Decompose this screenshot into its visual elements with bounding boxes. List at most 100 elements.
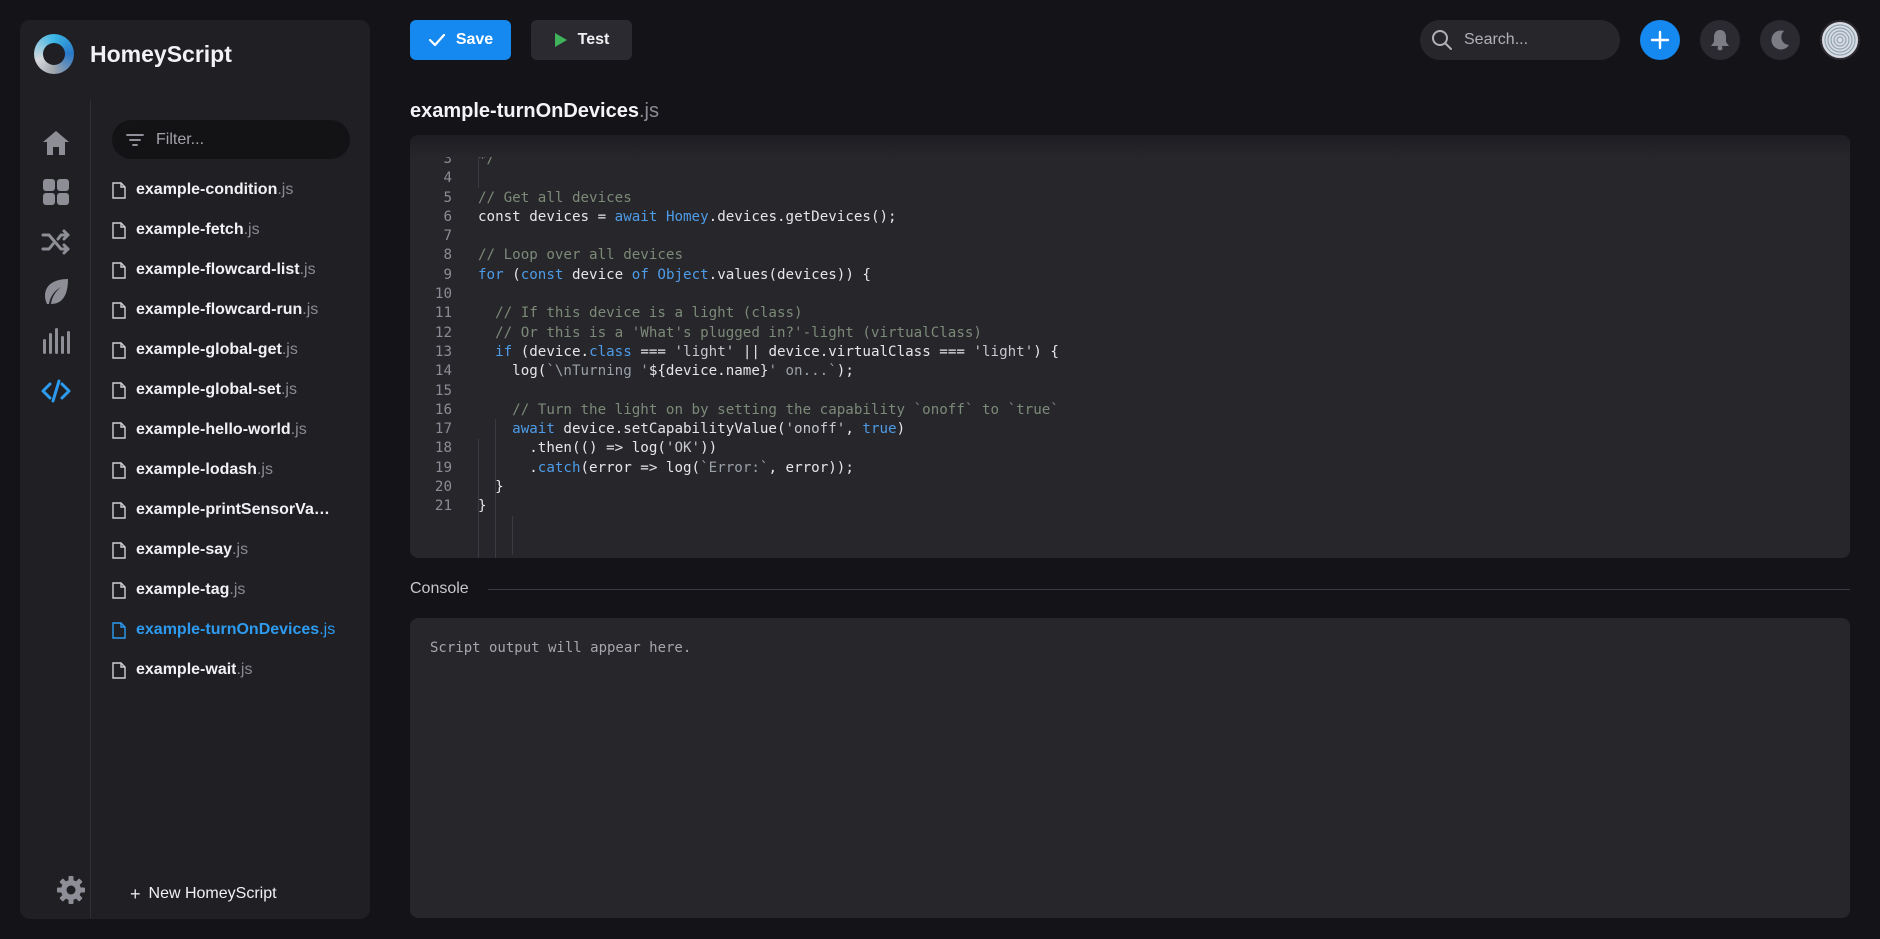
script-name: example-flowcard-list <box>136 261 300 278</box>
script-name: example-global-set <box>136 381 281 398</box>
flows-icon <box>41 229 70 255</box>
theme-toggle-button[interactable] <box>1760 20 1800 60</box>
code-token: const <box>520 266 564 283</box>
code-line: 11 // If this device is a light (class) <box>410 304 1059 323</box>
test-button[interactable]: Test <box>531 20 632 60</box>
line-number: 19 <box>434 459 452 476</box>
nav-energy[interactable] <box>38 274 74 310</box>
script-item[interactable]: example-flowcard-list .js <box>110 250 360 290</box>
code-line: 9 for (const device of Object.values(devi… <box>410 266 1059 285</box>
code-token: || device.virtualClass === <box>734 343 974 360</box>
code-token: ' on...` <box>768 363 837 380</box>
code-line: 19 .catch(error => log(`Error:`, error))… <box>410 459 1059 478</box>
script-item[interactable]: example-hello-world .js <box>110 410 360 450</box>
code-token: // Get all devices <box>478 189 632 206</box>
nav-dashboards[interactable] <box>38 174 74 210</box>
script-item[interactable]: example-condition .js <box>110 170 360 210</box>
console-title: Console <box>410 580 469 597</box>
code-token: `Error:` <box>700 459 769 476</box>
user-avatar[interactable] <box>1820 20 1860 60</box>
script-name: example-fetch <box>136 221 244 238</box>
new-homeyscript-button[interactable]: + New HomeyScript <box>130 885 277 903</box>
brand: HomeyScript <box>34 34 232 74</box>
line-number: 9 <box>443 266 452 283</box>
code-token: // Turn the light on by setting the capa… <box>512 401 1059 418</box>
line-number: 7 <box>443 228 452 245</box>
nav-home[interactable] <box>38 125 74 161</box>
editor-scroll-shadow <box>410 135 1850 157</box>
filter-field[interactable] <box>112 120 350 159</box>
code-line: 10 <box>410 285 1059 304</box>
nav-flows[interactable] <box>38 224 74 260</box>
console-divider <box>488 589 1850 590</box>
script-item[interactable]: example-printSensorValu... <box>110 490 360 530</box>
file-icon <box>112 301 126 319</box>
line-text: log(`\nTurning '${device.name}' on...`); <box>478 362 854 381</box>
document-title: example-turnOnDevices.js <box>410 100 659 123</box>
code-lines[interactable]: 3 */4 5// Get all devices 6 const devices = … <box>410 150 1059 517</box>
line-text: // Get all devices <box>478 189 632 208</box>
plus-icon: + <box>130 884 141 904</box>
code-token: ) { <box>1033 343 1059 360</box>
script-item[interactable]: example-tag .js <box>110 570 360 610</box>
code-token: log( <box>478 363 547 380</box>
code-line: 18 .then(() => log('OK')) <box>410 439 1059 458</box>
code-token: (device. <box>512 343 590 360</box>
filter-icon <box>126 133 144 146</box>
sidebar: HomeyScript Filter... example-condition … <box>20 20 370 919</box>
code-token: 'onoff' <box>785 421 846 438</box>
file-icon <box>112 261 126 279</box>
save-button[interactable]: Save <box>410 20 511 60</box>
script-extension: .js <box>232 541 249 558</box>
search-field[interactable] <box>1420 20 1620 60</box>
code-token: ) <box>896 421 906 438</box>
line-number: 16 <box>434 401 452 418</box>
code-token: await <box>512 421 555 438</box>
play-icon <box>554 33 567 47</box>
script-item[interactable]: example-fetch .js <box>110 210 360 250</box>
code-editor[interactable]: 3 */4 5// Get all devices 6 const devices = … <box>410 135 1850 558</box>
script-item[interactable]: example-turnOnDevices .js <box>110 610 360 650</box>
script-item[interactable]: example-lodash .js <box>110 450 360 490</box>
settings-button[interactable] <box>56 875 90 909</box>
script-extension: .js <box>277 181 294 198</box>
gear-icon <box>57 876 85 904</box>
file-icon <box>112 661 126 679</box>
code-token: ); <box>836 363 854 380</box>
add-button[interactable] <box>1640 20 1680 60</box>
script-extension: .js <box>319 621 336 638</box>
notifications-button[interactable] <box>1700 20 1740 60</box>
console-panel[interactable]: Script output will appear here. <box>410 618 1850 918</box>
dashboards-icon <box>43 179 69 205</box>
script-item[interactable]: example-say .js <box>110 530 360 570</box>
rail-divider <box>90 100 91 918</box>
nav-homeyscript[interactable] <box>38 373 74 409</box>
script-item[interactable]: example-global-get .js <box>110 330 360 370</box>
code-line: 4 <box>410 169 1059 188</box>
filter-input[interactable] <box>156 130 326 149</box>
script-item[interactable]: example-wait .js <box>110 650 360 690</box>
avatar-pattern-icon <box>1824 24 1856 56</box>
nav-insights[interactable] <box>38 323 74 359</box>
search-input[interactable] <box>1464 31 1614 49</box>
code-line: 14 log(`\nTurning '${device.name}' on...… <box>410 362 1059 381</box>
file-icon <box>112 461 126 479</box>
script-item[interactable]: example-flowcard-run .js <box>110 290 360 330</box>
code-line: 12 // Or this is a 'What's plugged in?'-… <box>410 324 1059 343</box>
code-token: 'light' <box>973 343 1034 360</box>
line-number: 21 <box>434 498 452 515</box>
script-name: example-condition <box>136 181 278 198</box>
line-text: .then(() => log('OK')) <box>478 439 717 458</box>
line-number: 11 <box>434 305 452 322</box>
file-icon <box>112 581 126 599</box>
script-extension: .js <box>236 661 253 678</box>
check-icon <box>428 33 445 47</box>
code-token: . <box>478 459 538 476</box>
line-text: for (const device of Object.values(devic… <box>478 266 871 285</box>
code-token: , <box>845 421 863 438</box>
code-line: 16 // Turn the light on by setting the c… <box>410 401 1059 420</box>
script-item[interactable]: example-global-set .js <box>110 370 360 410</box>
script-name: example-wait <box>136 661 237 678</box>
